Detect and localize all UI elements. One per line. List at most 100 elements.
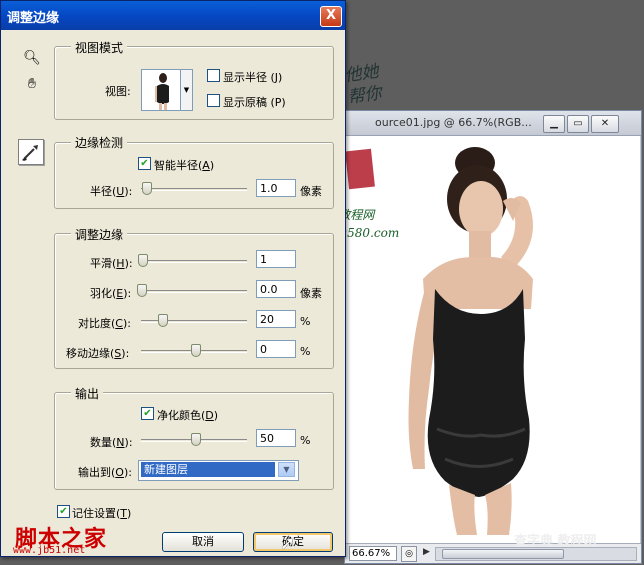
feather-text: 羽化( (90, 287, 117, 300)
shift-edge-slider-thumb[interactable] (191, 344, 201, 357)
close-button[interactable]: X (320, 6, 342, 27)
radius-text: 半径( (90, 185, 117, 198)
feather-unit: 像素 (300, 287, 322, 300)
feather-label: 羽化(E): (90, 285, 131, 301)
adjust-edge-title: 调整边缘 (71, 226, 128, 243)
minimize-icon[interactable]: ▁ (543, 115, 565, 133)
edge-detection-title: 边缘检测 (71, 134, 128, 151)
output-to-label: 输出到(O): (78, 464, 132, 480)
smooth-label: 平滑(H): (90, 255, 133, 271)
view-label: 视图: (105, 83, 131, 99)
remember-settings-text: 记住设置( (72, 507, 121, 520)
radius-slider-thumb[interactable] (142, 182, 152, 195)
radius-label: 半径(U): (90, 183, 132, 199)
smart-radius-text: 智能半径( (154, 159, 203, 172)
radius-slider-track[interactable] (141, 188, 247, 191)
contrast-key: C (115, 317, 123, 330)
shift-edge-unit: % (300, 345, 311, 358)
remember-settings-checkbox[interactable]: ✔ (57, 505, 70, 518)
shift-edge-end: ): (121, 347, 130, 360)
close-icon[interactable]: ✕ (591, 115, 619, 133)
show-original-checkbox[interactable] (207, 94, 220, 107)
view-label-text: 视图 (105, 85, 127, 98)
smooth-key: H (116, 257, 125, 270)
feather-slider-track[interactable] (141, 290, 247, 293)
output-to-key: O (115, 466, 124, 479)
jb51-url: www.jb51.net (13, 545, 86, 556)
scrollbar-thumb[interactable] (442, 549, 564, 559)
amount-text: 数量( (90, 436, 117, 449)
amount-unit: % (300, 434, 311, 447)
amount-end: ): (124, 436, 133, 449)
shift-edge-text: 移动边缘( (66, 347, 115, 360)
maximize-icon[interactable]: ▭ (567, 115, 589, 133)
horizontal-scrollbar[interactable] (435, 547, 637, 561)
seal-stamp (345, 148, 375, 190)
shift-edge-label: 移动边缘(S): (66, 345, 129, 361)
smooth-slider-track[interactable] (141, 260, 247, 263)
dialog-title: 调整边缘 (7, 11, 60, 26)
view-mode-thumbnail[interactable] (141, 69, 183, 111)
decontaminate-key: D (205, 409, 214, 422)
model-photo (408, 147, 533, 535)
mouse-cursor-icon: ➚ (280, 533, 296, 554)
view-mode-group (54, 46, 334, 120)
decontaminate-label: 净化颜色(D) (157, 407, 218, 423)
calligraphy-watermark: 他她帮你 (343, 61, 383, 108)
output-to-end: ): (123, 466, 132, 479)
show-radius-checkbox[interactable] (207, 69, 220, 82)
show-original-label: 显示原稿 (P) (223, 96, 286, 109)
dialog-title-bar[interactable]: 调整边缘 X (1, 1, 345, 30)
chevron-down-icon[interactable]: ▼ (180, 69, 193, 111)
view-mode-title: 视图模式 (71, 39, 128, 56)
output-to-text: 输出到( (78, 466, 116, 479)
amount-key: N (116, 436, 125, 449)
radius-end: ): (124, 185, 133, 198)
output-to-select[interactable]: 新建图层 ▼ (138, 460, 299, 481)
zoom-field[interactable]: 66.67% (349, 546, 397, 561)
contrast-text: 对比度( (78, 317, 116, 330)
refine-brush-icon[interactable] (18, 139, 44, 165)
view-label-colon: : (127, 85, 131, 98)
document-title-bar[interactable]: ource01.jpg @ 66.7%(RGB... ▁ ▭ ✕ (345, 111, 641, 136)
feather-field[interactable]: 0.0 (256, 280, 296, 298)
radius-field[interactable]: 1.0 (256, 179, 296, 197)
contrast-slider-track[interactable] (141, 320, 247, 323)
remember-settings-end: ) (127, 507, 132, 520)
document-title: ource01.jpg @ 66.7%(RGB... (375, 116, 532, 129)
refine-edge-dialog: 调整边缘 X 🔍︎ ✋︎ 视图模式 视图: ▼ 显示半径 (J) 显示原稿 (P… (0, 0, 346, 557)
output-title: 输出 (71, 385, 104, 402)
hand-icon[interactable]: ✋︎ (21, 73, 43, 95)
amount-slider-thumb[interactable] (191, 433, 201, 446)
smooth-field[interactable]: 1 (256, 250, 296, 268)
smooth-slider-thumb[interactable] (138, 254, 148, 267)
photo-canvas[interactable] (353, 139, 633, 535)
corner-watermark: 查字典 教程网 (514, 534, 597, 549)
decontaminate-end: ) (213, 409, 219, 422)
smart-radius-key: A (202, 159, 210, 172)
feather-end: ): (123, 287, 132, 300)
decontaminate-text: 净化颜色( (157, 409, 206, 422)
smart-radius-end: ) (209, 159, 215, 172)
radius-unit: 像素 (300, 185, 322, 198)
shift-edge-field[interactable]: 0 (256, 340, 296, 358)
contrast-slider-thumb[interactable] (158, 314, 168, 327)
contrast-unit: % (300, 315, 311, 328)
status-arrow-icon[interactable]: ▶ (423, 547, 430, 557)
chevron-down-icon[interactable]: ▼ (278, 462, 295, 477)
feather-slider-thumb[interactable] (137, 284, 147, 297)
document-window: ource01.jpg @ 66.7%(RGB... ▁ ▭ ✕ 66.67% … (344, 110, 642, 564)
contrast-field[interactable]: 20 (256, 310, 296, 328)
amount-label: 数量(N): (90, 434, 133, 450)
smooth-text: 平滑( (90, 257, 117, 270)
zoom-icon[interactable]: 🔍︎ (21, 47, 43, 69)
remember-settings-label: 记住设置(T) (72, 505, 131, 521)
decontaminate-checkbox[interactable]: ✔ (141, 407, 154, 420)
cancel-button[interactable]: 取消 (162, 532, 244, 552)
smart-radius-checkbox[interactable]: ✔ (138, 157, 151, 170)
status-info-icon[interactable]: ◎ (401, 546, 417, 562)
smart-radius-label: 智能半径(A) (154, 157, 214, 173)
output-to-value: 新建图层 (141, 462, 275, 477)
smooth-end: ): (124, 257, 133, 270)
amount-field[interactable]: 50 (256, 429, 296, 447)
